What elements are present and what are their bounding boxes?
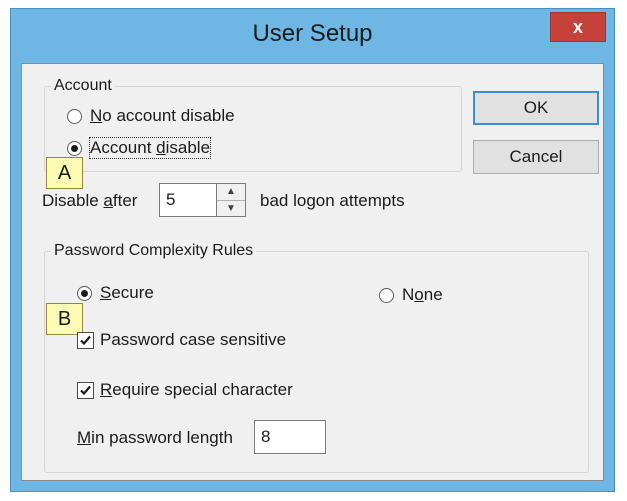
chevron-up-icon[interactable]: ▲ bbox=[217, 184, 245, 200]
special-character-checkbox[interactable] bbox=[77, 382, 94, 399]
account-group-legend: Account bbox=[51, 77, 115, 95]
callout-a: A bbox=[46, 157, 83, 189]
attempts-spinner[interactable]: ▲ ▼ bbox=[216, 183, 246, 217]
secure-radio[interactable] bbox=[77, 286, 92, 301]
min-password-length-label: Min password length bbox=[77, 428, 233, 447]
secure-label[interactable]: Secure bbox=[100, 283, 154, 303]
bad-logon-attempts-label: bad logon attempts bbox=[260, 191, 405, 210]
close-button[interactable]: x bbox=[550, 12, 606, 42]
disable-after-label: Disable after bbox=[42, 191, 138, 210]
ok-button[interactable]: OK bbox=[473, 91, 599, 125]
user-setup-window: User Setup x Account No account disable … bbox=[10, 8, 615, 492]
chevron-down-icon[interactable]: ▼ bbox=[217, 200, 245, 217]
none-label[interactable]: None bbox=[402, 285, 443, 305]
special-character-label[interactable]: Require special character bbox=[100, 380, 293, 400]
checkmark-icon bbox=[80, 385, 91, 396]
attempts-input[interactable]: 5 bbox=[159, 183, 217, 217]
checkmark-icon bbox=[80, 335, 91, 346]
no-account-disable-label[interactable]: No account disable bbox=[90, 106, 235, 126]
dialog-client-area: Account No account disable Account disab… bbox=[21, 63, 604, 481]
callout-b: B bbox=[46, 303, 83, 335]
no-account-disable-radio[interactable] bbox=[67, 109, 82, 124]
min-password-length-input[interactable]: 8 bbox=[254, 420, 326, 454]
cancel-button[interactable]: Cancel bbox=[473, 140, 599, 174]
account-disable-radio[interactable] bbox=[67, 141, 82, 156]
account-group: Account bbox=[44, 77, 462, 172]
account-disable-label[interactable]: Account disable bbox=[88, 137, 212, 159]
window-title: User Setup bbox=[252, 20, 373, 47]
password-group-legend: Password Complexity Rules bbox=[51, 242, 257, 260]
close-icon: x bbox=[572, 17, 583, 37]
case-sensitive-label[interactable]: Password case sensitive bbox=[100, 330, 286, 350]
none-radio[interactable] bbox=[379, 288, 394, 303]
case-sensitive-checkbox[interactable] bbox=[77, 332, 94, 349]
